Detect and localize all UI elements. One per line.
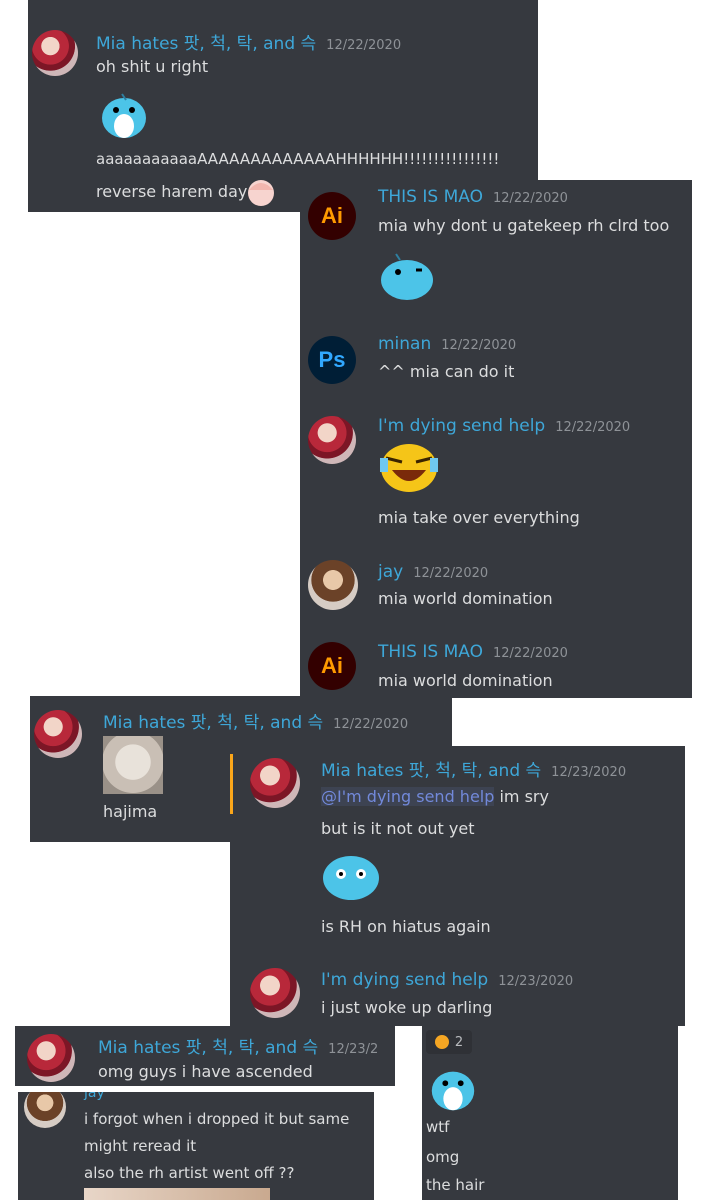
timestamp: 12/23/2 — [328, 1042, 379, 1057]
user-mention[interactable]: @I'm dying send help — [321, 787, 495, 806]
timestamp: 12/22/2020 — [492, 646, 568, 661]
chat-panel-2: Ai THIS IS MAO 12/22/2020 mia why dont u … — [300, 180, 692, 698]
avatar[interactable]: Ai — [308, 642, 356, 690]
timestamp: 12/23/2020 — [498, 974, 574, 989]
avatar[interactable] — [24, 1092, 66, 1128]
blue-bird-sticker-icon — [102, 93, 146, 138]
timestamp: 12/22/2020 — [413, 566, 489, 581]
avatar[interactable]: Ps — [308, 336, 356, 384]
message-text: ^^ mia can do it — [378, 362, 515, 381]
username[interactable]: Mia hates 팟, 척, 탁, and 슥 — [321, 761, 541, 781]
chat-panel-6: 2 wtf omg the hair — [422, 1026, 678, 1200]
chat-panel-5: Mia hates 팟, 척, 탁, and 슥 12/23/2 omg guys… — [15, 1026, 395, 1086]
username[interactable]: I'm dying send help — [378, 416, 545, 436]
message-text: hajima — [103, 802, 158, 821]
timestamp: 12/23/2020 — [551, 765, 627, 780]
message-text: oh shit u right — [96, 57, 209, 76]
message-text: @I'm dying send help im sry — [321, 787, 549, 806]
cat-image[interactable] — [103, 736, 163, 794]
reaction-count: 2 — [454, 1034, 464, 1050]
message-text: wtf — [426, 1118, 450, 1136]
shocked-blue-bird-sticker-icon — [323, 856, 379, 900]
image-attachment[interactable] — [84, 1188, 270, 1200]
blue-bird-sticker-icon — [431, 1071, 475, 1111]
username[interactable]: I'm dying send help — [321, 970, 488, 990]
message-text: aaaaaaaaaaaAAAAAAAAAAAAAHHHHHH!!!!!!!!!!… — [96, 150, 500, 168]
message-text-rest: im sry — [494, 787, 549, 806]
message-text: is RH on hiatus again — [321, 917, 491, 936]
message-header: Mia hates 팟, 척, 탁, and 슥 12/22/2020 — [103, 708, 408, 733]
message-header: jay 12/22/2020 — [378, 562, 488, 582]
username[interactable]: Mia hates 팟, 척, 탁, and 슥 — [96, 34, 316, 54]
timestamp: 12/22/2020 — [326, 38, 402, 53]
message-header: THIS IS MAO 12/22/2020 — [378, 187, 568, 207]
message-header: Mia hates 팟, 척, 탁, and 슥 12/23/2 — [98, 1033, 378, 1058]
message-text: mia why dont u gatekeep rh clrd too — [378, 216, 670, 235]
timestamp: 12/22/2020 — [555, 420, 631, 435]
avatar[interactable] — [32, 30, 78, 76]
message-text: omg — [426, 1148, 460, 1166]
grimacing-face-icon — [434, 1035, 449, 1049]
message-text: i forgot when i dropped it but same — [84, 1110, 350, 1128]
username[interactable]: Mia hates 팟, 척, 탁, and 슥 — [103, 713, 323, 733]
avatar[interactable] — [250, 968, 300, 1018]
avatar[interactable] — [308, 560, 358, 610]
message-text: also the rh artist went off ?? — [84, 1164, 295, 1182]
message-header: jay — [84, 1092, 105, 1101]
username[interactable]: jay — [84, 1092, 105, 1101]
avatar[interactable] — [27, 1034, 75, 1082]
timestamp: 12/22/2020 — [333, 717, 409, 732]
avatar[interactable] — [308, 416, 356, 464]
message-text: mia world domination — [378, 671, 553, 690]
reaction-chip[interactable]: 2 — [426, 1030, 472, 1054]
message-text: but is it not out yet — [321, 819, 475, 838]
message-header: I'm dying send help 12/23/2020 — [321, 970, 573, 990]
timestamp: 12/22/2020 — [441, 338, 517, 353]
avatar[interactable] — [250, 758, 300, 808]
message-text: mia world domination — [378, 589, 553, 608]
message-text: the hair — [426, 1176, 485, 1194]
username[interactable]: THIS IS MAO — [378, 642, 483, 662]
message-header: Mia hates 팟, 척, 탁, and 슥 12/22/2020 — [96, 29, 401, 54]
message-text: might reread it — [84, 1137, 197, 1155]
username[interactable]: Mia hates 팟, 척, 탁, and 슥 — [98, 1038, 318, 1058]
laughing-face-emoji-icon — [380, 444, 438, 492]
message-header: I'm dying send help 12/22/2020 — [378, 416, 630, 436]
message-header: THIS IS MAO 12/22/2020 — [378, 642, 568, 662]
message-header: minan 12/22/2020 — [378, 334, 516, 354]
username[interactable]: minan — [378, 334, 431, 354]
username[interactable]: jay — [378, 562, 403, 582]
anime-girl-emoji-icon — [248, 180, 274, 206]
chat-panel-4: Mia hates 팟, 척, 탁, and 슥 12/23/2020 @I'm … — [230, 746, 685, 1026]
message-text: mia take over everything — [378, 508, 580, 527]
message-text: omg guys i have ascended — [98, 1062, 313, 1081]
chat-panel-7: jay i forgot when i dropped it but same … — [18, 1092, 374, 1200]
username[interactable]: THIS IS MAO — [378, 187, 483, 207]
winking-blue-bird-sticker-icon — [381, 253, 433, 300]
avatar[interactable] — [34, 710, 82, 758]
message-header: Mia hates 팟, 척, 탁, and 슥 12/23/2020 — [321, 756, 626, 781]
mention-highlight-bar — [230, 754, 233, 814]
avatar[interactable]: Ai — [308, 192, 356, 240]
timestamp: 12/22/2020 — [492, 191, 568, 206]
message-text: i just woke up darling — [321, 998, 493, 1017]
message-text: reverse harem day — [96, 182, 248, 201]
